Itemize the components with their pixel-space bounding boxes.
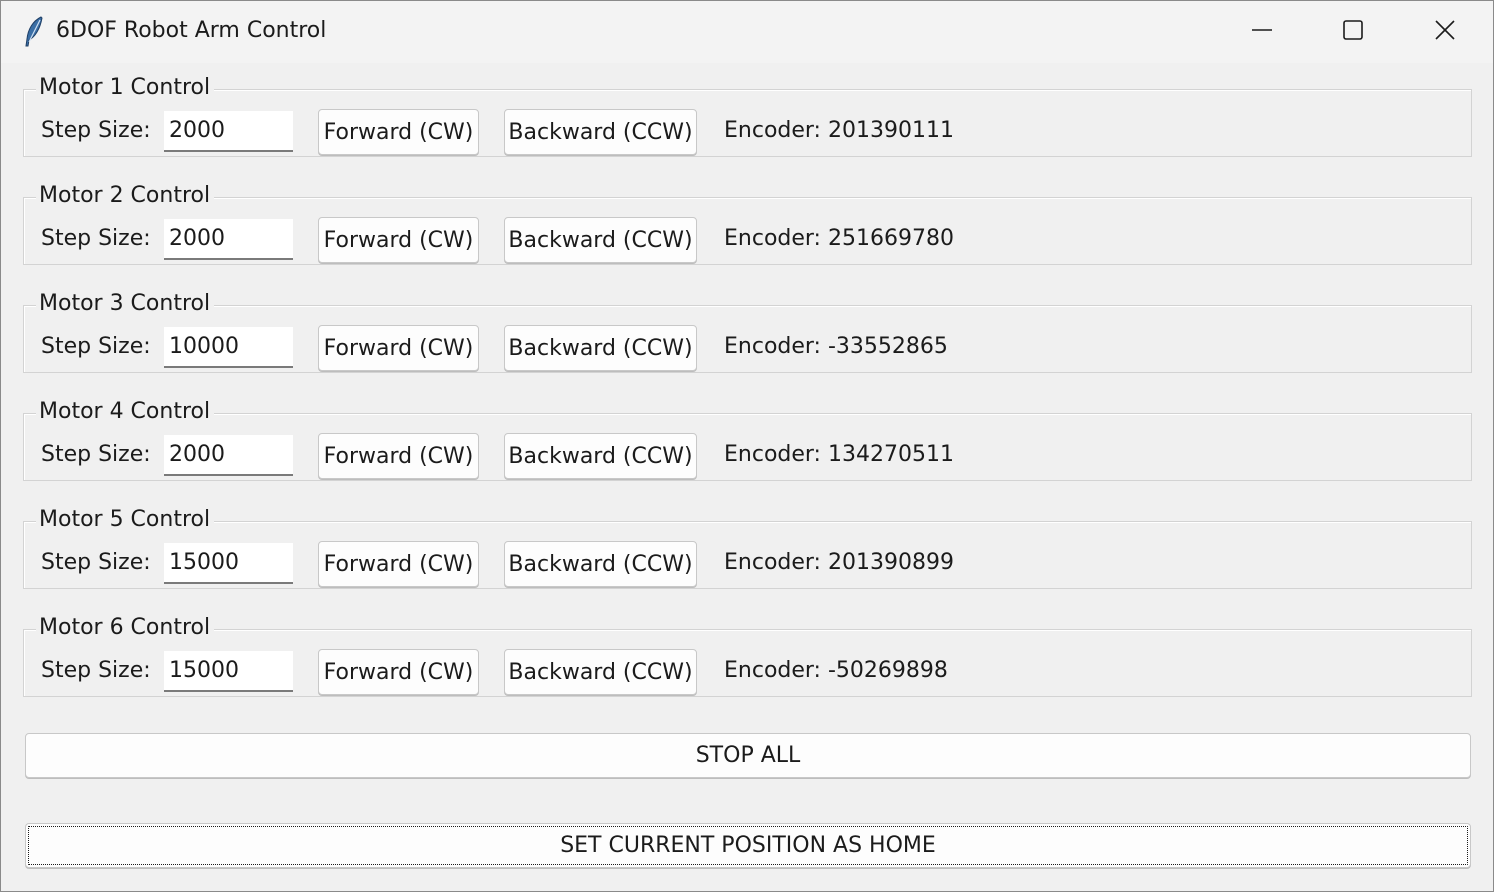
- motor-6-step-input[interactable]: [164, 651, 293, 692]
- motor-4-group: Motor 4 Control Step Size: Forward (CW) …: [23, 398, 1472, 481]
- motor-5-encoder-readout: Encoder: 201390899: [724, 550, 954, 575]
- motor-5-step-input[interactable]: [164, 543, 293, 584]
- motor-2-legend: Motor 2 Control: [36, 182, 215, 210]
- motor-1-forward-button[interactable]: Forward (CW): [318, 109, 479, 155]
- motor-4-backward-button[interactable]: Backward (CCW): [504, 433, 697, 479]
- stop-all-button[interactable]: STOP ALL: [25, 733, 1471, 778]
- motor-6-step-label: Step Size:: [41, 658, 151, 683]
- motor-6-legend: Motor 6 Control: [36, 614, 215, 642]
- motor-4-step-label: Step Size:: [41, 442, 151, 467]
- maximize-icon: [1342, 19, 1364, 45]
- motor-3-encoder-readout: Encoder: -33552865: [724, 334, 948, 359]
- motor-1-encoder-readout: Encoder: 201390111: [724, 118, 954, 143]
- title-bar[interactable]: 6DOF Robot Arm Control: [1, 1, 1493, 63]
- motor-3-step-input[interactable]: [164, 327, 293, 368]
- minimize-icon: [1251, 19, 1273, 45]
- motor-2-group: Motor 2 Control Step Size: Forward (CW) …: [23, 182, 1472, 265]
- motor-3-legend: Motor 3 Control: [36, 290, 215, 318]
- motor-5-backward-button[interactable]: Backward (CCW): [504, 541, 697, 587]
- motor-3-group: Motor 3 Control Step Size: Forward (CW) …: [23, 290, 1472, 373]
- motor-5-forward-button[interactable]: Forward (CW): [318, 541, 479, 587]
- motor-6-backward-button[interactable]: Backward (CCW): [504, 649, 697, 695]
- motor-4-step-input[interactable]: [164, 435, 293, 476]
- motor-6-forward-button[interactable]: Forward (CW): [318, 649, 479, 695]
- motor-6-encoder-readout: Encoder: -50269898: [724, 658, 948, 683]
- motor-1-group: Motor 1 Control Step Size: Forward (CW) …: [23, 74, 1472, 157]
- motor-5-legend: Motor 5 Control: [36, 506, 215, 534]
- motor-4-legend: Motor 4 Control: [36, 398, 215, 426]
- motor-5-group: Motor 5 Control Step Size: Forward (CW) …: [23, 506, 1472, 589]
- motor-3-step-label: Step Size:: [41, 334, 151, 359]
- motor-2-backward-button[interactable]: Backward (CCW): [504, 217, 697, 263]
- motor-1-step-label: Step Size:: [41, 118, 151, 143]
- motor-3-forward-button[interactable]: Forward (CW): [318, 325, 479, 371]
- motor-6-group: Motor 6 Control Step Size: Forward (CW) …: [23, 614, 1472, 697]
- window-title: 6DOF Robot Arm Control: [56, 18, 327, 43]
- motor-1-legend: Motor 1 Control: [36, 74, 215, 102]
- motor-2-encoder-readout: Encoder: 251669780: [724, 226, 954, 251]
- motor-2-step-input[interactable]: [164, 219, 293, 260]
- motor-4-encoder-readout: Encoder: 134270511: [724, 442, 954, 467]
- set-home-button[interactable]: SET CURRENT POSITION AS HOME: [25, 823, 1471, 868]
- motor-4-forward-button[interactable]: Forward (CW): [318, 433, 479, 479]
- motor-5-step-label: Step Size:: [41, 550, 151, 575]
- feather-icon: [21, 15, 47, 49]
- close-button[interactable]: [1399, 1, 1491, 63]
- close-icon: [1434, 19, 1456, 45]
- motor-1-step-input[interactable]: [164, 111, 293, 152]
- minimize-button[interactable]: [1216, 1, 1308, 63]
- motor-3-backward-button[interactable]: Backward (CCW): [504, 325, 697, 371]
- maximize-button[interactable]: [1307, 1, 1399, 63]
- motor-1-backward-button[interactable]: Backward (CCW): [504, 109, 697, 155]
- motor-2-step-label: Step Size:: [41, 226, 151, 251]
- motor-2-forward-button[interactable]: Forward (CW): [318, 217, 479, 263]
- app-window: 6DOF Robot Arm Control Motor 1 Control S…: [0, 0, 1494, 892]
